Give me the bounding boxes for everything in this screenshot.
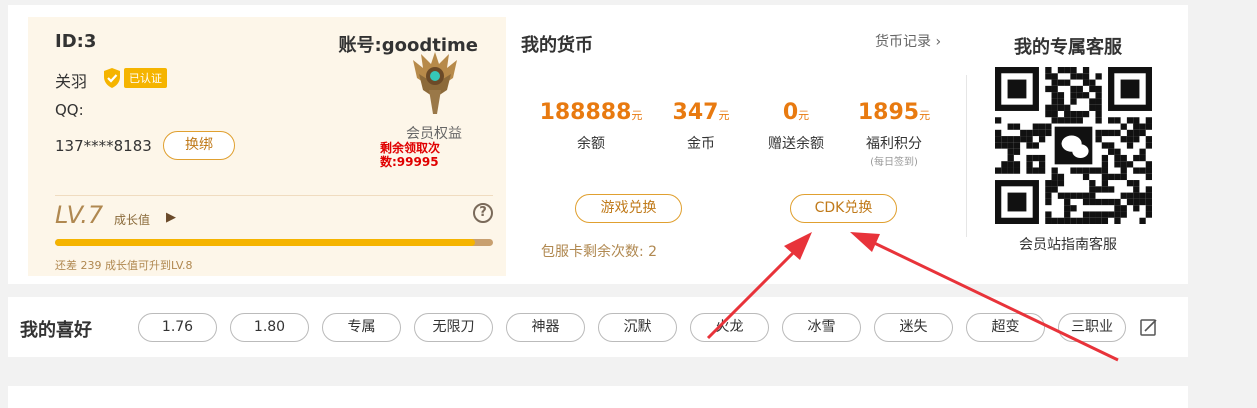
preference-chip[interactable]: 三职业 [1058,313,1126,342]
help-icon[interactable]: ? [473,203,493,223]
cdk-exchange-button[interactable]: CDK兑换 [790,194,897,223]
stat-unit: 元 [919,109,931,122]
preference-chip[interactable]: 1.80 [230,313,309,342]
pack-remaining: 包服卡剩余次数: 2 [541,244,658,260]
vip-rank-badge-icon[interactable] [407,50,463,116]
stat-points: 1895元 福利积分 (每日签到) [846,100,942,168]
stat-label: 金币 [687,136,715,152]
qr-code-icon [995,67,1152,224]
stat-gift-balance: 0元 赠送余额 [756,100,836,153]
stat-value: 188888 [539,100,632,125]
service-title: 我的专属客服 [1014,37,1122,58]
vip-benefits-label[interactable]: 会员权益 [406,123,462,143]
qq-label: QQ: [55,101,84,119]
stat-label: 余额 [577,136,605,152]
preference-chip[interactable]: 专属 [322,313,401,342]
stat-value: 1895 [857,100,920,125]
divider [966,75,967,237]
level-progress-bar [55,239,493,246]
stat-unit: 元 [718,109,730,122]
account-card: ID:3 账号:goodtime 关羽 已认证 QQ: 137****8183 … [8,5,1188,284]
level-progress-fill [55,239,476,246]
chevron-right-icon[interactable]: ▶ [166,210,176,225]
edit-icon[interactable] [1139,317,1159,337]
game-exchange-button[interactable]: 游戏兑换 [575,194,682,223]
preference-chip[interactable]: 神器 [506,313,585,342]
preference-chip[interactable]: 冰雪 [782,313,861,342]
rebind-button[interactable]: 换绑 [163,131,235,160]
stat-unit: 元 [798,109,810,122]
user-name: 关羽 [55,72,88,91]
next-card [8,386,1188,408]
preferences-card: 我的喜好 1.76 1.80 专属 无限刀 神器 沉默 火龙 冰雪 迷失 超变 … [8,297,1188,357]
verified-badge: 已认证 [102,67,167,89]
verified-tag: 已认证 [124,68,167,88]
preference-chip[interactable]: 超变 [966,313,1045,342]
remaining-claims: 剩余领取次数:99995 [380,141,441,169]
preference-chip[interactable]: 无限刀 [414,313,493,342]
stat-balance: 188888元 余额 [535,100,647,153]
level-tip: 还差 239 成长值可升到LV.8 [55,259,193,272]
currency-log-label: 货币记录 [875,34,931,50]
stat-value: 0 [782,100,799,125]
currency-log-link[interactable]: 货币记录 › [875,31,941,51]
user-id: ID:3 [55,31,97,52]
phone-number: 137****8183 [55,137,152,155]
preference-chip[interactable]: 火龙 [690,313,769,342]
divider [55,195,493,196]
profile-panel: ID:3 账号:goodtime 关羽 已认证 QQ: 137****8183 … [28,17,506,276]
shield-check-icon [104,68,120,88]
preference-chip[interactable]: 1.76 [138,313,217,342]
preference-chip[interactable]: 沉默 [598,313,677,342]
chevron-right-icon: › [931,34,942,50]
stat-label: 赠送余额 [768,136,824,152]
currency-title: 我的货币 [521,35,593,56]
stat-coins: 347元 金币 [663,100,739,153]
level-label: LV.7 [55,201,104,229]
stat-sub: (每日签到) [870,157,918,168]
preference-chip[interactable]: 迷失 [874,313,953,342]
growth-link[interactable]: 成长值 [114,211,150,228]
stat-label: 福利积分 [866,136,922,152]
stat-unit: 元 [631,109,643,122]
preferences-title: 我的喜好 [20,320,92,341]
stat-value: 347 [672,100,719,125]
service-caption: 会员站指南客服 [1019,237,1117,253]
